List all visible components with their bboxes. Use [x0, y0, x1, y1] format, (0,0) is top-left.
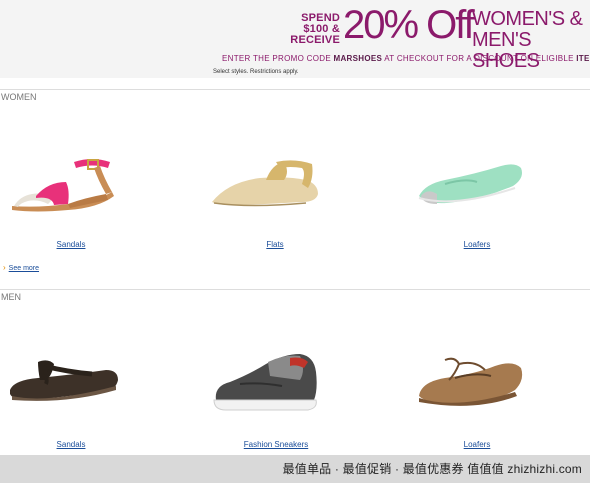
tan-boat-loafer-icon[interactable] [415, 356, 527, 412]
section-divider [0, 89, 590, 90]
promo-text-mid: AT CHECKOUT FOR A DISCOUNT ON ELIGIBLE [382, 54, 577, 63]
mint-loafer-icon[interactable] [415, 158, 527, 210]
pink-ankle-strap-sandal-icon[interactable] [8, 152, 120, 216]
women-flats-link[interactable]: Flats [250, 240, 300, 250]
men-sandals-link[interactable]: Sandals [46, 440, 96, 450]
promo-banner[interactable]: SPEND $100 & RECEIVE 20% Off WOMEN'S & M… [0, 0, 590, 78]
grey-sneaker-icon[interactable] [210, 350, 322, 414]
women-loafers-link[interactable]: Loafers [452, 240, 502, 250]
banner-spend-text: SPEND $100 & RECEIVE [290, 12, 340, 46]
beige-gold-flat-icon[interactable] [210, 158, 325, 210]
men-loafers-link[interactable]: Loafers [452, 440, 502, 450]
men-fashion-sneakers-link[interactable]: Fashion Sneakers [236, 440, 316, 450]
section-divider [0, 289, 590, 290]
restrictions-note: Select styles. Restrictions apply. [213, 69, 299, 75]
see-more-label: See more [8, 265, 40, 272]
promo-code: MARSHOES [333, 54, 383, 63]
watermark-bar: 最值单品 · 最值促销 · 最值优惠券 值值值 zhizhizhi.com [0, 455, 590, 483]
banner-promo-line: ENTER THE PROMO CODE MARSHOES AT CHECKOU… [222, 54, 590, 63]
watermark-text: 最值单品 · 最值促销 · 最值优惠券 值值值 zhizhizhi.com [282, 462, 582, 476]
section-title-women: WOMEN [1, 92, 37, 102]
promo-text-end: ITEMS SOLD A [576, 54, 590, 63]
banner-discount: 20% Off [343, 3, 475, 47]
chevron-right-icon: › [3, 263, 6, 272]
brown-flip-flop-icon[interactable] [8, 354, 120, 410]
promo-text-pre: ENTER THE PROMO CODE [222, 54, 334, 63]
women-sandals-link[interactable]: Sandals [46, 240, 96, 250]
section-title-men: MEN [1, 292, 21, 302]
see-more-link[interactable]: › See more [3, 263, 39, 273]
